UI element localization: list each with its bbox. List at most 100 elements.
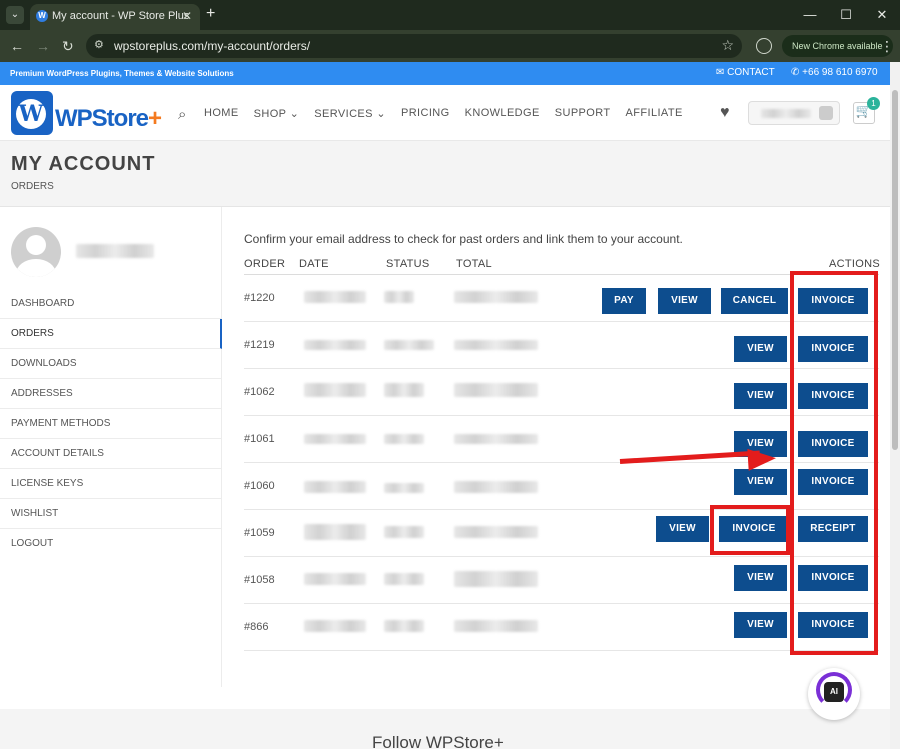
- col-total-header: TOTAL: [456, 258, 492, 270]
- blurred-total: [454, 571, 538, 587]
- menu-pricing[interactable]: PRICING: [401, 107, 450, 120]
- blurred-status: [384, 526, 424, 538]
- blurred-date: [304, 524, 366, 540]
- blurred-date: [304, 434, 366, 444]
- close-window-icon[interactable]: ✕: [864, 0, 900, 30]
- sidebar-item-account-details[interactable]: ACCOUNT DETAILS: [0, 439, 222, 469]
- table-row: #1219 VIEW INVOICE: [244, 322, 879, 369]
- ai-chip-icon: AI: [824, 682, 844, 702]
- order-number[interactable]: #1062: [244, 386, 275, 398]
- sidebar-item-dashboard[interactable]: DASHBOARD: [0, 289, 222, 319]
- cart-count-badge: 1: [867, 97, 880, 110]
- site-info-icon[interactable]: ⚙: [94, 38, 104, 51]
- view-button[interactable]: VIEW: [734, 336, 787, 362]
- table-row: #866 VIEW INVOICE: [244, 604, 879, 651]
- order-number[interactable]: #1060: [244, 480, 275, 492]
- site-header: W WPStore+ ⌕ HOME SHOP ⌄ SERVICES ⌄ PRIC…: [0, 85, 890, 141]
- blurred-total: [454, 340, 538, 350]
- site-topbar: Premium WordPress Plugins, Themes & Webs…: [0, 62, 890, 85]
- account-button[interactable]: [748, 101, 840, 125]
- blurred-status: [384, 434, 424, 444]
- cancel-button[interactable]: CANCEL: [721, 288, 788, 314]
- sidebar-item-wishlist[interactable]: WISHLIST: [0, 499, 222, 529]
- account-sidebar: DASHBOARD ORDERS DOWNLOADS ADDRESSES PAY…: [0, 207, 222, 687]
- blurred-total: [454, 291, 538, 303]
- sidebar-item-license-keys[interactable]: LICENSE KEYS: [0, 469, 222, 499]
- view-button[interactable]: VIEW: [734, 469, 787, 495]
- pay-button[interactable]: PAY: [602, 288, 646, 314]
- new-chrome-available-button[interactable]: New Chrome available: [782, 35, 893, 57]
- url-text: wpstoreplus.com/my-account/orders/: [114, 39, 311, 53]
- annotation-arrow-icon: [747, 447, 777, 471]
- menu-services[interactable]: SERVICES ⌄: [314, 107, 386, 120]
- blurred-status: [384, 340, 434, 350]
- breadcrumb: ORDERS: [11, 181, 54, 192]
- wordpress-logo-icon: W: [16, 99, 46, 129]
- menu-affiliate[interactable]: AFFILIATE: [626, 107, 683, 120]
- order-number[interactable]: #1059: [244, 527, 275, 539]
- search-icon[interactable]: ⌕: [178, 106, 186, 123]
- maximize-icon[interactable]: ☐: [828, 0, 864, 30]
- order-number[interactable]: #1058: [244, 574, 275, 586]
- blurred-user-name: [76, 244, 154, 258]
- address-bar[interactable]: ⚙ wpstoreplus.com/my-account/orders/ ☆: [86, 34, 742, 58]
- view-button[interactable]: VIEW: [658, 288, 711, 314]
- profile-icon[interactable]: [756, 38, 772, 54]
- contact-label: CONTACT: [727, 67, 775, 78]
- sidebar-item-logout[interactable]: LOGOUT: [0, 529, 222, 559]
- menu-home[interactable]: HOME: [204, 107, 239, 120]
- page-title: MY ACCOUNT: [11, 153, 156, 175]
- logo-text[interactable]: WPStore+: [55, 105, 162, 133]
- blurred-total: [454, 383, 538, 397]
- order-number[interactable]: #1219: [244, 339, 275, 351]
- ai-assistant-button[interactable]: AI: [808, 668, 860, 720]
- account-nav: DASHBOARD ORDERS DOWNLOADS ADDRESSES PAY…: [0, 289, 222, 559]
- sidebar-item-payment-methods[interactable]: PAYMENT METHODS: [0, 409, 222, 439]
- blurred-total: [454, 526, 538, 538]
- tab-search-button[interactable]: ⌄: [6, 6, 24, 24]
- contact-link[interactable]: ✉ CONTACT: [716, 67, 775, 78]
- menu-support[interactable]: SUPPORT: [555, 107, 611, 120]
- order-number[interactable]: #1220: [244, 292, 275, 304]
- close-tab-icon[interactable]: ✕: [182, 4, 192, 28]
- minimize-icon[interactable]: —: [792, 0, 828, 30]
- chrome-menu-icon[interactable]: ⋮: [880, 38, 894, 55]
- order-number[interactable]: #866: [244, 621, 268, 633]
- reload-icon[interactable]: ↻: [62, 38, 74, 55]
- sidebar-item-downloads[interactable]: DOWNLOADS: [0, 349, 222, 379]
- menu-knowledge[interactable]: KNOWLEDGE: [465, 107, 540, 120]
- view-button[interactable]: VIEW: [734, 565, 787, 591]
- blurred-date: [304, 573, 366, 585]
- blurred-date: [304, 291, 366, 303]
- view-button[interactable]: VIEW: [656, 516, 709, 542]
- col-order-header: ORDER: [244, 258, 286, 270]
- logo-main: WPStore: [55, 105, 149, 132]
- wordpress-favicon-icon: W: [36, 10, 48, 22]
- mail-icon: ✉: [716, 67, 728, 78]
- blurred-username: [761, 109, 811, 118]
- blurred-total: [454, 481, 538, 493]
- window-controls: — ☐ ✕: [792, 0, 900, 30]
- new-tab-icon[interactable]: +: [206, 5, 215, 23]
- view-button[interactable]: VIEW: [734, 612, 787, 638]
- sidebar-item-orders[interactable]: ORDERS: [0, 319, 222, 349]
- menu-shop[interactable]: SHOP ⌄: [254, 107, 300, 120]
- phone-icon: ✆: [791, 67, 803, 78]
- blurred-total: [454, 620, 538, 632]
- scrollbar-thumb[interactable]: [892, 90, 898, 450]
- user-icon: [819, 106, 833, 120]
- confirm-email-notice: Confirm your email address to check for …: [244, 232, 683, 246]
- sidebar-item-addresses[interactable]: ADDRESSES: [0, 379, 222, 409]
- back-icon[interactable]: ←: [10, 38, 24, 54]
- browser-tab[interactable]: W My account - WP Store Plus ✕: [30, 4, 200, 30]
- col-actions-header: ACTIONS: [829, 258, 880, 270]
- order-number[interactable]: #1061: [244, 433, 275, 445]
- site-footer: Follow WPStore+: [0, 709, 890, 752]
- invoice-button-highlight: [710, 505, 790, 555]
- view-button[interactable]: VIEW: [734, 383, 787, 409]
- phone-link[interactable]: ✆ +66 98 610 6970: [791, 67, 878, 78]
- wishlist-heart-icon[interactable]: ♥: [720, 104, 730, 122]
- forward-icon[interactable]: →: [36, 38, 50, 54]
- bookmark-star-icon[interactable]: ☆: [721, 37, 734, 54]
- table-row: #1061 VIEW INVOICE: [244, 416, 879, 463]
